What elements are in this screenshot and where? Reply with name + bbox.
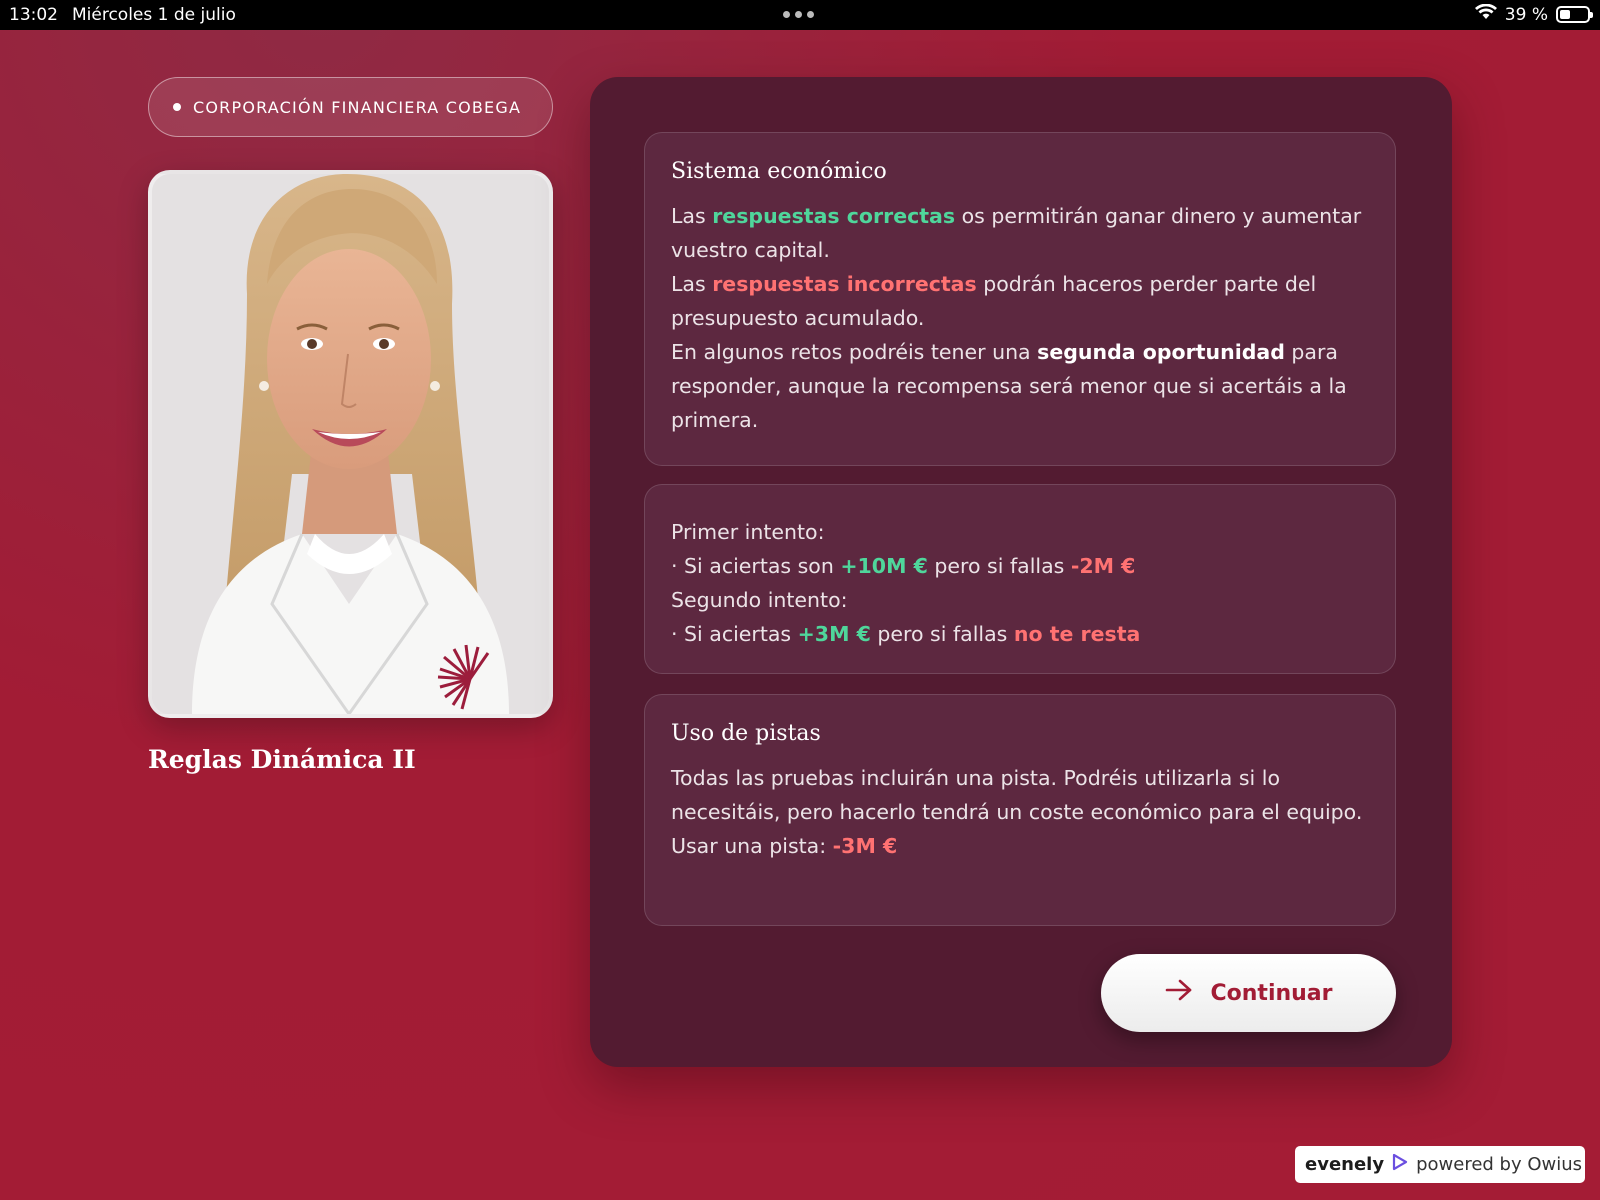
hint-cost-label: Usar una pista: [671, 834, 833, 858]
rules-panel: Sistema económico Las respuestas correct… [590, 77, 1452, 1067]
first-attempt-label: Primer intento: [671, 520, 825, 544]
battery-icon [1556, 6, 1593, 23]
evenely-logo: evenely [1305, 1154, 1385, 1175]
hints-card: Uso de pistas Todas las pruebas incluirá… [644, 694, 1396, 926]
arrow-right-icon [1165, 979, 1193, 1007]
status-date: Miércoles 1 de julio [72, 5, 236, 25]
text-fragment: Las [671, 272, 713, 296]
powered-by-text: powered by Owius [1416, 1154, 1583, 1175]
second-attempt-rule: · Si aciertas +3M € pero si fallas no te… [671, 617, 1369, 651]
first-attempt-rule: · Si aciertas son +10M € pero si fallas … [671, 549, 1369, 583]
page-title: Reglas Dinámica II [148, 745, 416, 774]
battery-percent: 39 % [1504, 4, 1548, 25]
text-fragment: · Si aciertas son [671, 554, 841, 578]
economic-paragraph-2: Las respuestas incorrectas podrán hacero… [671, 267, 1369, 335]
powered-by-badge[interactable]: evenely powered by Owius [1295, 1146, 1585, 1183]
profile-photo [148, 170, 553, 718]
second-attempt-gain: +3M € [797, 622, 871, 646]
text-fragment: En algunos retos podréis tener una [671, 340, 1038, 364]
correct-answers-highlight: respuestas correctas [712, 204, 956, 228]
bullet-dot-icon [173, 103, 181, 111]
company-name: CORPORACIÓN FINANCIERA COBEGA [193, 97, 522, 117]
status-time: 13:02 [9, 5, 58, 25]
wifi-icon [1474, 3, 1497, 25]
second-chance-highlight: segunda oportunidad [1037, 340, 1285, 364]
text-fragment: Las [671, 204, 713, 228]
first-attempt-loss: -2M € [1070, 554, 1136, 578]
status-bar: 13:02 Miércoles 1 de julio 39 % [0, 0, 1600, 30]
company-badge: CORPORACIÓN FINANCIERA COBEGA [148, 77, 553, 137]
economic-paragraph-1: Las respuestas correctas os permitirán g… [671, 199, 1369, 267]
text-fragment: · Si aciertas [671, 622, 798, 646]
play-logo-icon [1392, 1153, 1408, 1176]
economic-system-card: Sistema económico Las respuestas correct… [644, 132, 1396, 466]
hint-cost: Usar una pista: -3M € [671, 829, 1369, 863]
incorrect-answers-highlight: respuestas incorrectas [712, 272, 977, 296]
hints-title: Uso de pistas [671, 721, 821, 746]
continue-button[interactable]: Continuar [1101, 954, 1396, 1032]
first-attempt-gain: +10M € [840, 554, 928, 578]
text-fragment: pero si fallas [927, 554, 1071, 578]
multitasking-dots-icon[interactable] [783, 11, 814, 18]
second-attempt-label: Segundo intento: [671, 588, 848, 612]
economic-paragraph-3: En algunos retos podréis tener una segun… [671, 335, 1369, 437]
hints-body: Todas las pruebas incluirán una pista. P… [671, 766, 1363, 824]
attempts-card: Primer intento: · Si aciertas son +10M €… [644, 484, 1396, 674]
text-fragment: pero si fallas [870, 622, 1014, 646]
hint-cost-value: -3M € [832, 834, 898, 858]
second-attempt-loss: no te resta [1013, 622, 1141, 646]
continue-label: Continuar [1210, 980, 1333, 1006]
economic-system-title: Sistema económico [671, 159, 887, 184]
